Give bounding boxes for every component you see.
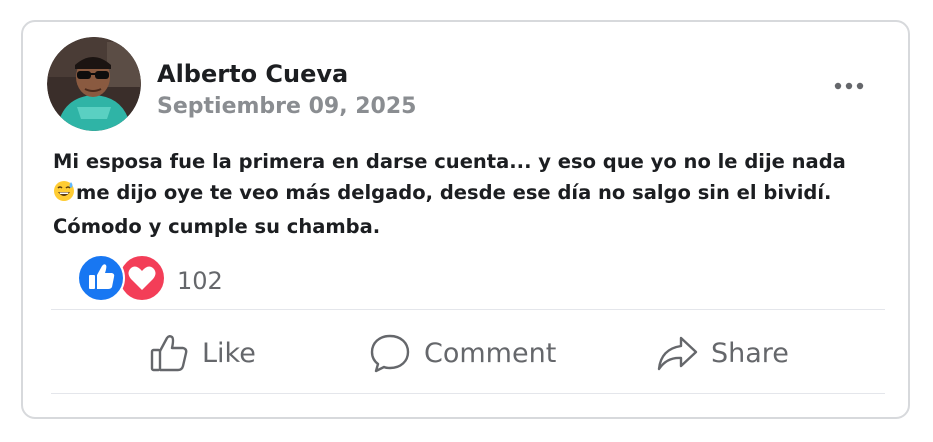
post-date[interactable]: Septiembre 09, 2025 [157, 94, 416, 119]
comment-bubble-icon [370, 334, 410, 373]
post-card: Alberto Cueva Septiembre 09, 2025 Mi esp… [21, 20, 910, 419]
reaction-count[interactable]: 102 [177, 267, 223, 295]
like-label: Like [202, 337, 256, 369]
like-icon [77, 254, 125, 302]
thumbs-up-icon [150, 335, 188, 372]
post-text: Mi esposa fue la primera en darse cuenta… [53, 146, 903, 242]
post-text-line: Mi esposa fue la primera en darse cuenta… [53, 150, 846, 173]
reaction-icons[interactable] [77, 254, 169, 302]
share-arrow-icon [657, 336, 698, 371]
comment-button[interactable]: Comment [368, 327, 556, 379]
share-label: Share [711, 337, 789, 369]
reaction-icons-graphic [77, 254, 166, 302]
like-button[interactable]: Like [148, 327, 256, 379]
post-text-line: Cómodo y cumple su chamba. [53, 215, 381, 238]
more-horizontal-icon [834, 82, 864, 90]
post-text-segment: me dijo oye te veo más delgado, desde es… [76, 181, 832, 204]
share-button[interactable]: Share [655, 327, 789, 379]
divider [51, 309, 885, 310]
avatar[interactable] [47, 37, 141, 131]
heart-icon [118, 254, 166, 302]
comment-label: Comment [424, 337, 557, 369]
divider [51, 393, 885, 394]
more-options-button[interactable] [829, 78, 869, 94]
avatar-photo [47, 37, 141, 131]
sweat-smile-emoji-icon [53, 180, 75, 211]
author-name[interactable]: Alberto Cueva [157, 60, 348, 88]
post-text-line: me dijo oye te veo más delgado, desde es… [53, 177, 903, 211]
